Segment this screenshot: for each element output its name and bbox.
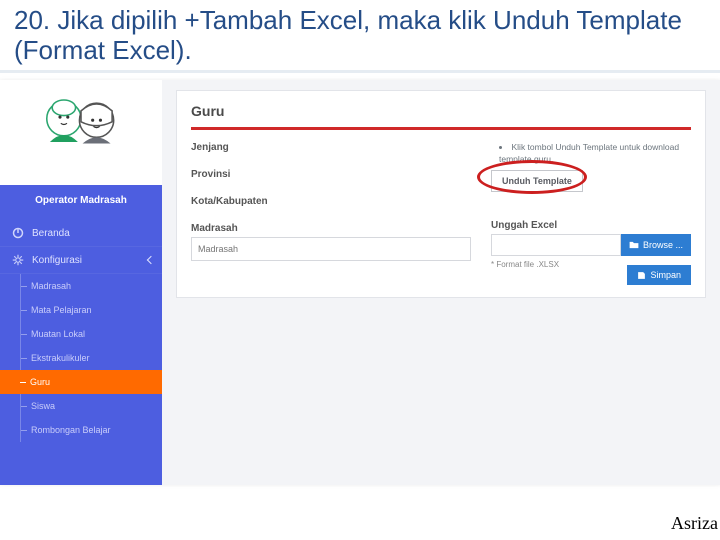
download-wrap: Unduh Template	[491, 170, 583, 192]
author-credit: Asriza	[671, 513, 718, 534]
field-madrasah: Madrasah	[191, 223, 471, 261]
avatar-illustration-icon	[33, 86, 129, 156]
sidebar-sub-siswa[interactable]: Siswa	[20, 394, 162, 418]
sidebar-sub-muatan-lokal[interactable]: Muatan Lokal	[20, 322, 162, 346]
field-jenjang: Jenjang	[191, 142, 471, 153]
sidebar-sub-ekstrakulikuler[interactable]: Ekstrakulikuler	[20, 346, 162, 370]
slide-title-band: 20. Jika dipilih +Tambah Excel, maka kli…	[0, 0, 720, 73]
form-right: Klik tombol Unduh Template untuk downloa…	[491, 142, 691, 269]
panel-heading: Guru	[191, 103, 691, 130]
sidebar-sub-guru[interactable]: Guru	[0, 370, 162, 394]
sidebar-item-label: Beranda	[32, 228, 70, 239]
main-menu: Beranda Konfigurasi	[0, 220, 162, 274]
label-madrasah: Madrasah	[191, 223, 471, 234]
save-button[interactable]: Simpan	[627, 265, 691, 285]
dashboard-icon	[12, 227, 24, 239]
madrasah-input[interactable]	[191, 237, 471, 261]
folder-icon	[629, 240, 639, 250]
sidebar-item-label: Konfigurasi	[32, 255, 82, 266]
app-screenshot: Operator Madrasah Beranda Konfigurasi Ma…	[0, 80, 720, 485]
sidebar-item-konfigurasi[interactable]: Konfigurasi	[0, 247, 162, 274]
slide-title: 20. Jika dipilih +Tambah Excel, maka kli…	[14, 6, 706, 66]
label-upload: Unggah Excel	[491, 220, 691, 231]
upload-section: Unggah Excel Browse ... * Format file .X…	[491, 220, 691, 269]
sidebar-item-beranda[interactable]: Beranda	[0, 220, 162, 247]
sidebar: Operator Madrasah Beranda Konfigurasi Ma…	[0, 80, 162, 485]
browse-row: Browse ...	[491, 234, 691, 256]
avatar	[0, 80, 162, 185]
label-jenjang: Jenjang	[191, 142, 471, 153]
role-label: Operator Madrasah	[0, 185, 162, 220]
form-left: Jenjang Provinsi Kota/Kabupaten Madrasah	[191, 142, 471, 277]
sidebar-sub-mata-pelajaran[interactable]: Mata Pelajaran	[20, 298, 162, 322]
field-provinsi: Provinsi	[191, 169, 471, 180]
panel-guru: Guru Jenjang Provinsi Kota/Kabupaten Mad…	[176, 90, 706, 298]
save-icon	[637, 271, 646, 280]
hint-list: Klik tombol Unduh Template untuk downloa…	[491, 142, 691, 166]
main-content: Guru Jenjang Provinsi Kota/Kabupaten Mad…	[162, 80, 720, 485]
field-kota: Kota/Kabupaten	[191, 196, 471, 207]
download-template-button[interactable]: Unduh Template	[491, 170, 583, 192]
upload-path-input[interactable]	[491, 234, 621, 256]
gear-icon	[12, 254, 24, 266]
sidebar-sub-madrasah[interactable]: Madrasah	[20, 274, 162, 298]
label-provinsi: Provinsi	[191, 169, 471, 180]
hint-text: Klik tombol Unduh Template untuk downloa…	[499, 142, 691, 166]
submenu: Madrasah Mata Pelajaran Muatan Lokal Eks…	[0, 274, 162, 442]
browse-button[interactable]: Browse ...	[621, 234, 691, 256]
label-kota: Kota/Kabupaten	[191, 196, 471, 207]
sidebar-sub-rombongan-belajar[interactable]: Rombongan Belajar	[20, 418, 162, 442]
